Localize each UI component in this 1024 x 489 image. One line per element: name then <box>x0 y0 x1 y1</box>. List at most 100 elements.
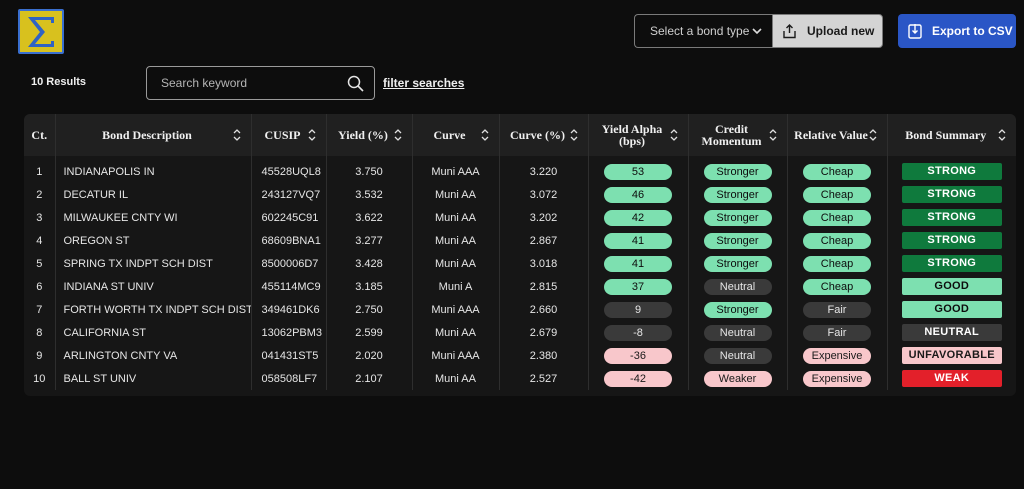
yield-alpha-badge: 9 <box>604 301 672 318</box>
bond-summary-badge: GOOD <box>901 301 1002 318</box>
sort-icon[interactable] <box>394 128 402 142</box>
column-header-bond-description[interactable]: Bond Description <box>55 114 252 156</box>
filter-searches-link[interactable]: filter searches <box>383 76 464 90</box>
relative-value-badge: Fair <box>803 324 871 341</box>
sort-icon[interactable] <box>769 128 777 142</box>
search-input[interactable] <box>161 76 341 90</box>
bond-table: Ct. Bond Description CUSIP Yield (%) Curve Cu… <box>24 114 1016 396</box>
yield-alpha-badge: 41 <box>604 232 672 249</box>
table-row[interactable]: 9 ARLINGTON CNTY VA 041431ST5 2.020 Muni AAA… <box>24 344 1016 367</box>
column-header-cusip[interactable]: CUSIP <box>251 114 327 156</box>
bond-type-placeholder: Select a bond type <box>650 24 750 38</box>
yield-cell: 2.599 <box>326 321 413 344</box>
column-header-curve[interactable]: Curve <box>412 114 500 156</box>
curve-pct-cell: 2.660 <box>499 298 589 321</box>
row-count: 6 <box>24 275 56 298</box>
credit-momentum-badge: Neutral <box>703 278 772 295</box>
sort-icon[interactable] <box>233 128 241 142</box>
column-header-label: Curve (%) <box>510 128 565 142</box>
curve-pct-cell: 3.018 <box>499 252 589 275</box>
credit-momentum-cell: Stronger <box>688 183 788 206</box>
table-row[interactable]: 3 MILWAUKEE CNTY WI 602245C91 3.622 Muni AA 3… <box>24 206 1016 229</box>
column-header-yield-alpha[interactable]: Yield Alpha (bps) <box>588 114 689 156</box>
credit-momentum-cell: Stronger <box>688 206 788 229</box>
sort-icon[interactable] <box>308 128 316 142</box>
bond-summary-badge: STRONG <box>901 232 1002 249</box>
search-icon[interactable] <box>347 75 364 92</box>
curve-cell: Muni AA <box>412 252 500 275</box>
bond-summary-cell: WEAK <box>887 367 1016 390</box>
bond-description-cell: INDIANA ST UNIV <box>55 275 252 298</box>
column-header-yield[interactable]: Yield (%) <box>326 114 413 156</box>
relative-value-badge: Cheap <box>803 209 871 226</box>
chevron-down-icon <box>752 28 762 35</box>
relative-value-badge: Cheap <box>803 255 871 272</box>
search-box[interactable] <box>146 66 375 100</box>
credit-momentum-cell: Neutral <box>688 275 788 298</box>
curve-cell: Muni AA <box>412 367 500 390</box>
bond-description-cell: OREGON ST <box>55 229 252 252</box>
relative-value-cell: Expensive <box>787 344 888 367</box>
bond-summary-cell: STRONG <box>887 206 1016 229</box>
row-count: 9 <box>24 344 56 367</box>
credit-momentum-cell: Stronger <box>688 156 788 183</box>
cusip-cell: 68609BNA1 <box>251 229 327 252</box>
bond-description-cell: FORTH WORTH TX INDPT SCH DIST <box>55 298 252 321</box>
relative-value-badge: Cheap <box>803 163 871 180</box>
bond-type-select[interactable]: Select a bond type <box>634 14 773 48</box>
results-count: 10 Results <box>31 76 87 88</box>
column-header-label: Bond Description <box>102 128 192 142</box>
curve-pct-cell: 3.220 <box>499 156 589 183</box>
yield-alpha-badge: 42 <box>604 209 672 226</box>
yield-alpha-badge: -36 <box>604 347 672 364</box>
sort-icon[interactable] <box>670 128 678 142</box>
bond-summary-cell: STRONG <box>887 183 1016 206</box>
column-header-relative-value[interactable]: Relative Value <box>787 114 888 156</box>
table-row[interactable]: 8 CALIFORNIA ST 13062PBM3 2.599 Muni AA 2.679… <box>24 321 1016 344</box>
curve-cell: Muni AA <box>412 206 500 229</box>
bond-summary-badge: STRONG <box>901 209 1002 226</box>
curve-cell: Muni AAA <box>412 344 500 367</box>
bond-summary-badge: STRONG <box>901 255 1002 272</box>
credit-momentum-cell: Neutral <box>688 344 788 367</box>
table-row[interactable]: 10 BALL ST UNIV 058508LF7 2.107 Muni AA 2.527… <box>24 367 1016 390</box>
yield-alpha-cell: 41 <box>588 252 689 275</box>
bond-summary-cell: STRONG <box>887 156 1016 183</box>
export-csv-label: Export to CSV <box>932 24 1013 38</box>
credit-momentum-badge: Neutral <box>703 324 772 341</box>
bond-summary-badge: NEUTRAL <box>901 324 1002 341</box>
table-row[interactable]: 6 INDIANA ST UNIV 455114MC9 3.185 Muni A 2.81… <box>24 275 1016 298</box>
table-row[interactable]: 7 FORTH WORTH TX INDPT SCH DIST 349461DK6 2… <box>24 298 1016 321</box>
bond-description-cell: INDIANAPOLIS IN <box>55 156 252 183</box>
curve-pct-cell: 2.815 <box>499 275 589 298</box>
yield-cell: 3.622 <box>326 206 413 229</box>
table-row[interactable]: 2 DECATUR IL 243127VQ7 3.532 Muni AA 3.072 46 S… <box>24 183 1016 206</box>
credit-momentum-badge: Stronger <box>703 186 772 203</box>
logo[interactable] <box>18 9 64 54</box>
sort-icon[interactable] <box>998 128 1006 142</box>
bond-summary-cell: STRONG <box>887 252 1016 275</box>
sort-icon[interactable] <box>481 128 489 142</box>
table-row[interactable]: 5 SPRING TX INDPT SCH DIST 8500006D7 3.428 M… <box>24 252 1016 275</box>
credit-momentum-badge: Stronger <box>703 255 772 272</box>
upload-new-button[interactable]: Upload new <box>772 14 883 48</box>
yield-alpha-badge: 37 <box>604 278 672 295</box>
curve-pct-cell: 2.679 <box>499 321 589 344</box>
export-csv-button[interactable]: Export to CSV <box>898 14 1016 48</box>
credit-momentum-cell: Stronger <box>688 252 788 275</box>
row-count: 4 <box>24 229 56 252</box>
yield-cell: 3.428 <box>326 252 413 275</box>
table-row[interactable]: 1 INDIANAPOLIS IN 45528UQL8 3.750 Muni AAA 3.… <box>24 156 1016 183</box>
table-row[interactable]: 4 OREGON ST 68609BNA1 3.277 Muni AA 2.867 41 St… <box>24 229 1016 252</box>
column-header-curve-pct[interactable]: Curve (%) <box>499 114 589 156</box>
relative-value-badge: Cheap <box>803 186 871 203</box>
bond-summary-cell: STRONG <box>887 229 1016 252</box>
column-header-credit-momentum[interactable]: Credit Momentum <box>688 114 788 156</box>
column-header-bond-summary[interactable]: Bond Summary <box>887 114 1016 156</box>
sort-icon[interactable] <box>570 128 578 142</box>
sort-icon[interactable] <box>869 128 877 142</box>
upload-icon <box>783 23 796 38</box>
bond-description-cell: CALIFORNIA ST <box>55 321 252 344</box>
yield-cell: 3.532 <box>326 183 413 206</box>
bond-summary-badge: GOOD <box>901 278 1002 295</box>
